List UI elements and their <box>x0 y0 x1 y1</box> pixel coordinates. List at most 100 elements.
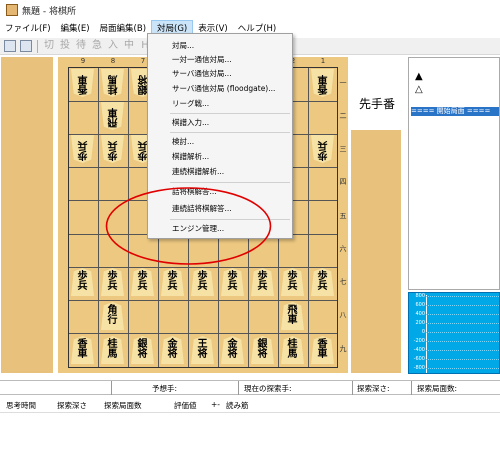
game-menu-dropdown: 対局... 一対一通信対局... サーバ通信対局... サーバ通信対局 (flo… <box>147 33 293 239</box>
piece-char: 車 <box>317 349 328 360</box>
sente-pawn[interactable]: 歩兵 <box>71 268 94 296</box>
sente-pawn[interactable]: 歩兵 <box>101 268 124 296</box>
menu-item-kifu-analysis[interactable]: 棋譜解析... <box>172 152 209 162</box>
graph-tick: -600 <box>413 356 425 362</box>
open-icon[interactable] <box>4 40 16 52</box>
piece-char: 車 <box>77 349 88 360</box>
gote-piece-stand[interactable] <box>1 57 53 373</box>
menu-edit[interactable]: 編集(E) <box>56 20 95 38</box>
col-nodes[interactable]: 探索局面数 <box>104 400 142 411</box>
sente-gold[interactable]: 金将 <box>221 336 244 364</box>
rank-label: 八 <box>339 311 347 319</box>
app-icon <box>6 4 18 16</box>
graph-gridline <box>426 314 500 315</box>
gote-pawn[interactable]: 歩兵 <box>71 135 94 163</box>
sente-pawn[interactable]: 歩兵 <box>131 268 154 296</box>
rank-label: 九 <box>339 345 347 353</box>
sente-pawn[interactable]: 歩兵 <box>311 268 334 296</box>
hurry-button[interactable]: 急 <box>90 39 104 53</box>
grid-line <box>69 267 337 268</box>
toolbar-separator <box>37 39 38 53</box>
menu-item-batch-tsume-solve[interactable]: 連続詰将棋解答... <box>172 204 232 214</box>
grid-line <box>69 333 337 334</box>
rank-label: 六 <box>339 245 347 253</box>
grid-line <box>308 68 309 367</box>
gote-pawn[interactable]: 歩兵 <box>101 135 124 163</box>
sente-silver[interactable]: 銀将 <box>131 336 154 364</box>
engine-status-bar: 予想手: 現在の探索手: 探索深さ: 探索局面数: <box>0 380 500 395</box>
menu-item-server-game[interactable]: サーバ通信対局... <box>172 69 232 79</box>
sente-pawn[interactable]: 歩兵 <box>221 268 244 296</box>
sente-knight[interactable]: 桂馬 <box>281 336 304 364</box>
menu-item-study[interactable]: 検討... <box>172 137 194 147</box>
sente-pawn[interactable]: 歩兵 <box>161 268 184 296</box>
menu-item-batch-analysis[interactable]: 連続棋譜解析... <box>172 167 224 177</box>
gote-mark-icon: △ <box>415 84 423 95</box>
grid-line <box>98 68 99 367</box>
sente-silver[interactable]: 銀将 <box>251 336 274 364</box>
sente-knight[interactable]: 桂馬 <box>101 336 124 364</box>
grid-line <box>128 68 129 367</box>
menu-item-tsume-solve[interactable]: 詰将棋解答... <box>172 187 217 197</box>
piece-char: 行 <box>107 315 118 326</box>
gote-rook[interactable]: 飛車 <box>101 102 124 130</box>
menu-item-game[interactable]: 対局... <box>172 41 194 51</box>
menu-item-league[interactable]: リーグ戦... <box>172 99 209 109</box>
col-pv[interactable]: 読み筋 <box>226 400 249 411</box>
piece-char: 将 <box>137 349 148 360</box>
sente-king[interactable]: 王将 <box>191 336 214 364</box>
kifu-list[interactable]: ▲ △ ==== 開始局面 ==== <box>408 57 500 290</box>
menu-item-kifu-input[interactable]: 棋譜入力... <box>172 118 209 128</box>
gote-lance[interactable]: 香車 <box>311 69 334 97</box>
graph-gridline <box>426 368 500 369</box>
search-depth-label: 探索深さ: <box>357 384 390 393</box>
piece-char: 兵 <box>137 281 148 292</box>
sente-lance[interactable]: 香車 <box>71 336 94 364</box>
eval-graph[interactable]: 800 600 400 200 0 -200 -400 -600 -800 <box>408 292 500 374</box>
enter-king-button[interactable]: 入 <box>106 39 120 53</box>
graph-gridline <box>426 359 500 360</box>
save-icon[interactable] <box>20 40 32 52</box>
graph-gridline <box>426 296 500 297</box>
gote-lance[interactable]: 香車 <box>71 69 94 97</box>
resign-button[interactable]: 投 <box>58 39 72 53</box>
menu-item-floodgate[interactable]: サーバ通信対局 (floodgate)... <box>172 84 275 94</box>
col-eval[interactable]: 評価値 <box>174 400 197 411</box>
menu-item-engine-manager[interactable]: エンジン管理... <box>172 224 224 234</box>
sente-pawn[interactable]: 歩兵 <box>191 268 214 296</box>
thinking-list-header: 思考時間 探索深さ 探索局面数 評価値 +- 読み筋 <box>0 397 500 413</box>
col-depth[interactable]: 探索深さ <box>57 400 87 411</box>
menu-item-one-on-one[interactable]: 一対一通信対局... <box>172 55 232 65</box>
piece-char: 兵 <box>287 281 298 292</box>
piece-char: 車 <box>107 106 118 117</box>
sente-pawn[interactable]: 歩兵 <box>251 268 274 296</box>
menu-position-edit[interactable]: 局面編集(B) <box>95 20 151 38</box>
sente-pawn[interactable]: 歩兵 <box>281 268 304 296</box>
kifu-start-row[interactable]: ==== 開始局面 ==== <box>411 107 499 116</box>
sente-bishop[interactable]: 角行 <box>101 302 124 330</box>
file-label: 1 <box>320 57 326 65</box>
status-divider <box>411 381 412 395</box>
menu-separator <box>170 132 290 133</box>
sente-piece-stand[interactable] <box>351 130 401 373</box>
interrupt-button[interactable]: 中 <box>122 39 136 53</box>
col-thinking-time[interactable]: 思考時間 <box>6 400 36 411</box>
sente-lance[interactable]: 香車 <box>311 336 334 364</box>
piece-char: 兵 <box>167 281 178 292</box>
col-sign[interactable]: +- <box>211 400 220 409</box>
rank-label: 二 <box>339 112 347 120</box>
piece-char: 車 <box>317 73 328 84</box>
sente-rook[interactable]: 飛車 <box>281 302 304 330</box>
menu-file[interactable]: ファイル(F) <box>0 20 56 38</box>
cut-button[interactable]: 切 <box>42 39 56 53</box>
sente-gold[interactable]: 金将 <box>161 336 184 364</box>
wait-button[interactable]: 待 <box>74 39 88 53</box>
piece-char: 歩 <box>107 149 118 160</box>
piece-char: 車 <box>287 315 298 326</box>
graph-gridline <box>426 305 500 306</box>
piece-char: 桂 <box>107 83 118 94</box>
gote-pawn[interactable]: 歩兵 <box>311 135 334 163</box>
gote-knight[interactable]: 桂馬 <box>101 69 124 97</box>
graph-tick: 400 <box>415 311 425 317</box>
piece-char: 兵 <box>77 281 88 292</box>
